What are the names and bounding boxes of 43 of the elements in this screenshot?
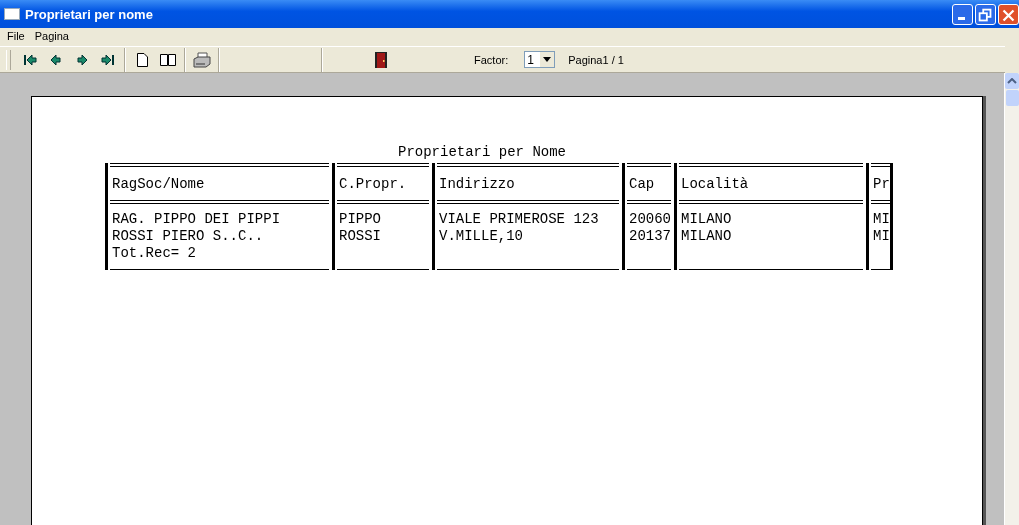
record-total: Tot.Rec= 2 [112,245,197,262]
menu-item[interactable]: Pagina [29,30,74,42]
table-cell-text: ROSSI [339,228,382,245]
close-button[interactable] [998,3,1019,25]
table-cell: 20137 [629,228,669,245]
column-header: RagSoc/Nome [112,175,205,192]
factor-label: Factor: [474,53,509,66]
factor-dropdown[interactable]: 1 [524,51,556,68]
window-title: Proprietari per nome [25,6,154,22]
arrow-bar-icon [22,52,38,67]
page-indicator: Pagina1 / 1 [568,53,624,66]
table-cell-text: MILANO [681,211,733,228]
column-header: Cap [629,175,655,192]
arrow-icon [74,52,90,67]
table-cell-text: PIPPO [339,211,382,228]
table-cell-text: V.MILLE,10 [439,228,524,245]
page-icon [134,51,150,68]
menu-item[interactable]: File [2,30,30,42]
arrow-icon [48,52,64,67]
restore-button[interactable] [975,3,996,25]
table-cell-text: ROSSI PIERO S..C.. [112,228,265,245]
scrollbar-thumb[interactable] [1005,90,1019,106]
column-header: Pr [873,175,890,192]
column-header: Località [681,175,749,192]
table-cell: MI [873,211,888,228]
dropdown-arrow-icon [543,57,552,62]
vertical-scrollbar[interactable] [1004,73,1019,525]
table-cell: MI [873,228,888,245]
report-title: Proprietari per Nome [397,144,567,160]
book-icon [159,51,177,68]
table-cell-text: RAG. PIPPO DEI PIPPI [112,211,282,228]
table-cell: 20060 [629,211,669,228]
door-icon [374,50,388,69]
table-cell-text: MILANO [681,228,733,245]
table-cell-text: VIALE PRIMEROSE 123 [439,211,600,228]
minimize-icon [958,16,965,20]
printer-icon [192,50,212,69]
scroll-up-icon[interactable] [1007,78,1017,84]
minimize-button[interactable] [952,3,973,25]
arrow-bar-icon [100,52,116,67]
column-header: C.Propr. [339,175,407,192]
window-icon [4,8,20,20]
column-header: Indirizzo [439,175,515,192]
